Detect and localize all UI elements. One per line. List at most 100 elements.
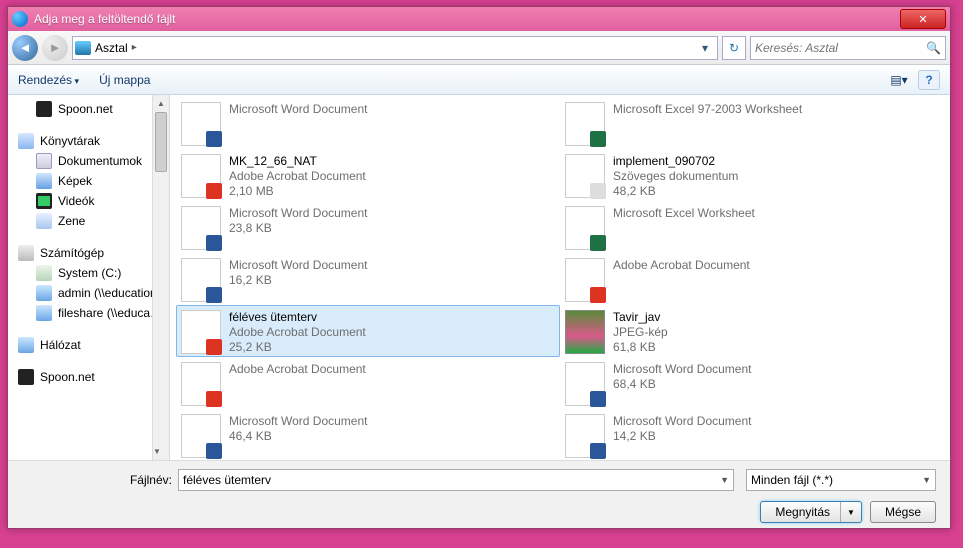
file-size: 23,8 KB: [229, 221, 368, 236]
open-button[interactable]: Megnyitás ▼: [760, 501, 862, 523]
tree-item[interactable]: Dokumentumok: [8, 151, 169, 171]
tree-item[interactable]: admin (\\education…: [8, 283, 169, 303]
tree-item[interactable]: Videók: [8, 191, 169, 211]
search-box[interactable]: 🔍: [750, 36, 946, 60]
filename-dropdown-icon[interactable]: ▼: [716, 475, 729, 485]
ico-drive-icon: [36, 265, 52, 281]
file-thumbnail: [181, 310, 221, 354]
file-item[interactable]: Microsoft Word Document46,4 KB: [176, 409, 560, 460]
file-thumbnail: [565, 362, 605, 406]
file-item[interactable]: MK_12_66_NATAdobe Acrobat Document2,10 M…: [176, 149, 560, 201]
tree-item[interactable]: Képek: [8, 171, 169, 191]
cancel-button[interactable]: Mégse: [870, 501, 936, 523]
forward-button[interactable]: ►: [42, 35, 68, 61]
pdf-badge-icon: [590, 287, 606, 303]
filename-input-wrap[interactable]: ▼: [178, 469, 734, 491]
tree-item[interactable]: Spoon.net: [8, 367, 169, 387]
filename-input[interactable]: [183, 473, 716, 487]
file-thumbnail: [181, 206, 221, 250]
tree-item-label: Spoon.net: [58, 102, 113, 116]
scroll-thumb[interactable]: [155, 112, 167, 172]
organize-menu[interactable]: Rendezés: [18, 73, 79, 87]
tree-item[interactable]: Számítógép: [8, 243, 169, 263]
file-type: JPEG-kép: [613, 325, 668, 340]
tree-item-label: fileshare (\\educa…: [58, 306, 162, 320]
file-size: 14,2 KB: [613, 429, 752, 444]
file-type-filter[interactable]: Minden fájl (*.*) ▼: [746, 469, 936, 491]
word-badge-icon: [206, 131, 222, 147]
pdf-badge-icon: [206, 391, 222, 407]
breadcrumb-location[interactable]: Asztal: [95, 41, 128, 55]
open-split-dropdown-icon[interactable]: ▼: [840, 502, 861, 522]
file-item[interactable]: Microsoft Word Document16,2 KB: [176, 253, 560, 305]
file-type: Adobe Acrobat Document: [613, 258, 750, 273]
cancel-button-label: Mégse: [885, 505, 921, 519]
scroll-down-icon[interactable]: ▼: [153, 443, 161, 460]
file-thumbnail: [181, 414, 221, 458]
tree-item[interactable]: Zene: [8, 211, 169, 231]
refresh-button[interactable]: ↻: [722, 36, 746, 60]
titlebar: Adja meg a feltöltendő fájlt ✕: [8, 7, 950, 31]
tree-item[interactable]: Hálózat: [8, 335, 169, 355]
new-folder-button[interactable]: Új mappa: [99, 73, 150, 87]
pdf-badge-icon: [206, 339, 222, 355]
chevron-right-icon[interactable]: ▸: [132, 42, 137, 53]
tree-item-label: Számítógép: [40, 246, 104, 260]
scroll-up-icon[interactable]: ▲: [153, 95, 169, 112]
tree-item-label: Képek: [58, 174, 92, 188]
file-size: 48,2 KB: [613, 184, 738, 199]
file-thumbnail: [565, 154, 605, 198]
tree-item-label: Hálózat: [40, 338, 81, 352]
dialog-footer: Fájlnév: ▼ Minden fájl (*.*) ▼ Megnyitás…: [8, 460, 950, 528]
file-item[interactable]: implement_090702Szöveges dokumentum48,2 …: [560, 149, 944, 201]
file-item[interactable]: Adobe Acrobat Document: [176, 357, 560, 409]
breadcrumb-dropdown-icon[interactable]: ▾: [697, 41, 713, 55]
file-name: MK_12_66_NAT: [229, 154, 366, 169]
file-item[interactable]: Microsoft Excel 97-2003 Worksheet: [560, 97, 944, 149]
file-thumbnail: [565, 310, 605, 354]
tree-item-label: Zene: [58, 214, 85, 228]
folder-tree[interactable]: Spoon.net KönyvtárakDokumentumok Képek Vide…: [8, 95, 170, 460]
back-button[interactable]: ◄: [12, 35, 38, 61]
tree-item[interactable]: Spoon.net: [8, 99, 169, 119]
file-thumbnail: [181, 154, 221, 198]
view-options-button[interactable]: ▤▾: [888, 70, 910, 90]
ico-pic-icon: [36, 173, 52, 189]
ico-net-icon: [18, 337, 34, 353]
file-item[interactable]: Microsoft Excel Worksheet: [560, 201, 944, 253]
file-type: Microsoft Word Document: [229, 414, 368, 429]
word-badge-icon: [590, 443, 606, 459]
file-item[interactable]: Microsoft Word Document68,4 KB: [560, 357, 944, 409]
file-item[interactable]: Tavir_javJPEG-kép61,8 KB: [560, 305, 944, 357]
file-item[interactable]: Adobe Acrobat Document: [560, 253, 944, 305]
search-icon[interactable]: 🔍: [926, 41, 941, 55]
file-type: Microsoft Word Document: [229, 258, 368, 273]
file-item[interactable]: Microsoft Word Document: [176, 97, 560, 149]
file-type: Szöveges dokumentum: [613, 169, 738, 184]
tree-item[interactable]: Könyvtárak: [8, 131, 169, 151]
pdf-badge-icon: [206, 183, 222, 199]
file-type: Microsoft Word Document: [613, 414, 752, 429]
tree-item-label: Spoon.net: [40, 370, 95, 384]
file-thumbnail: [181, 258, 221, 302]
breadcrumb[interactable]: Asztal ▸ ▾: [72, 36, 718, 60]
tree-item[interactable]: fileshare (\\educa…: [8, 303, 169, 323]
open-button-label: Megnyitás: [775, 505, 830, 519]
file-type: Microsoft Excel Worksheet: [613, 206, 755, 221]
ico-spoon-icon: [36, 101, 52, 117]
file-item[interactable]: féléves ütemtervAdobe Acrobat Document25…: [176, 305, 560, 357]
file-type: Adobe Acrobat Document: [229, 362, 366, 377]
toolbar: Rendezés Új mappa ▤▾ ?: [8, 65, 950, 95]
tree-item[interactable]: System (C:): [8, 263, 169, 283]
tree-scrollbar[interactable]: ▲ ▼: [152, 95, 169, 460]
ico-pc-icon: [18, 245, 34, 261]
file-item[interactable]: Microsoft Word Document14,2 KB: [560, 409, 944, 460]
file-size: 2,10 MB: [229, 184, 366, 199]
filter-dropdown-icon[interactable]: ▼: [922, 475, 931, 485]
word-badge-icon: [206, 443, 222, 459]
close-button[interactable]: ✕: [900, 9, 946, 29]
help-button[interactable]: ?: [918, 70, 940, 90]
search-input[interactable]: [755, 41, 926, 55]
file-thumbnail: [565, 206, 605, 250]
file-item[interactable]: Microsoft Word Document23,8 KB: [176, 201, 560, 253]
